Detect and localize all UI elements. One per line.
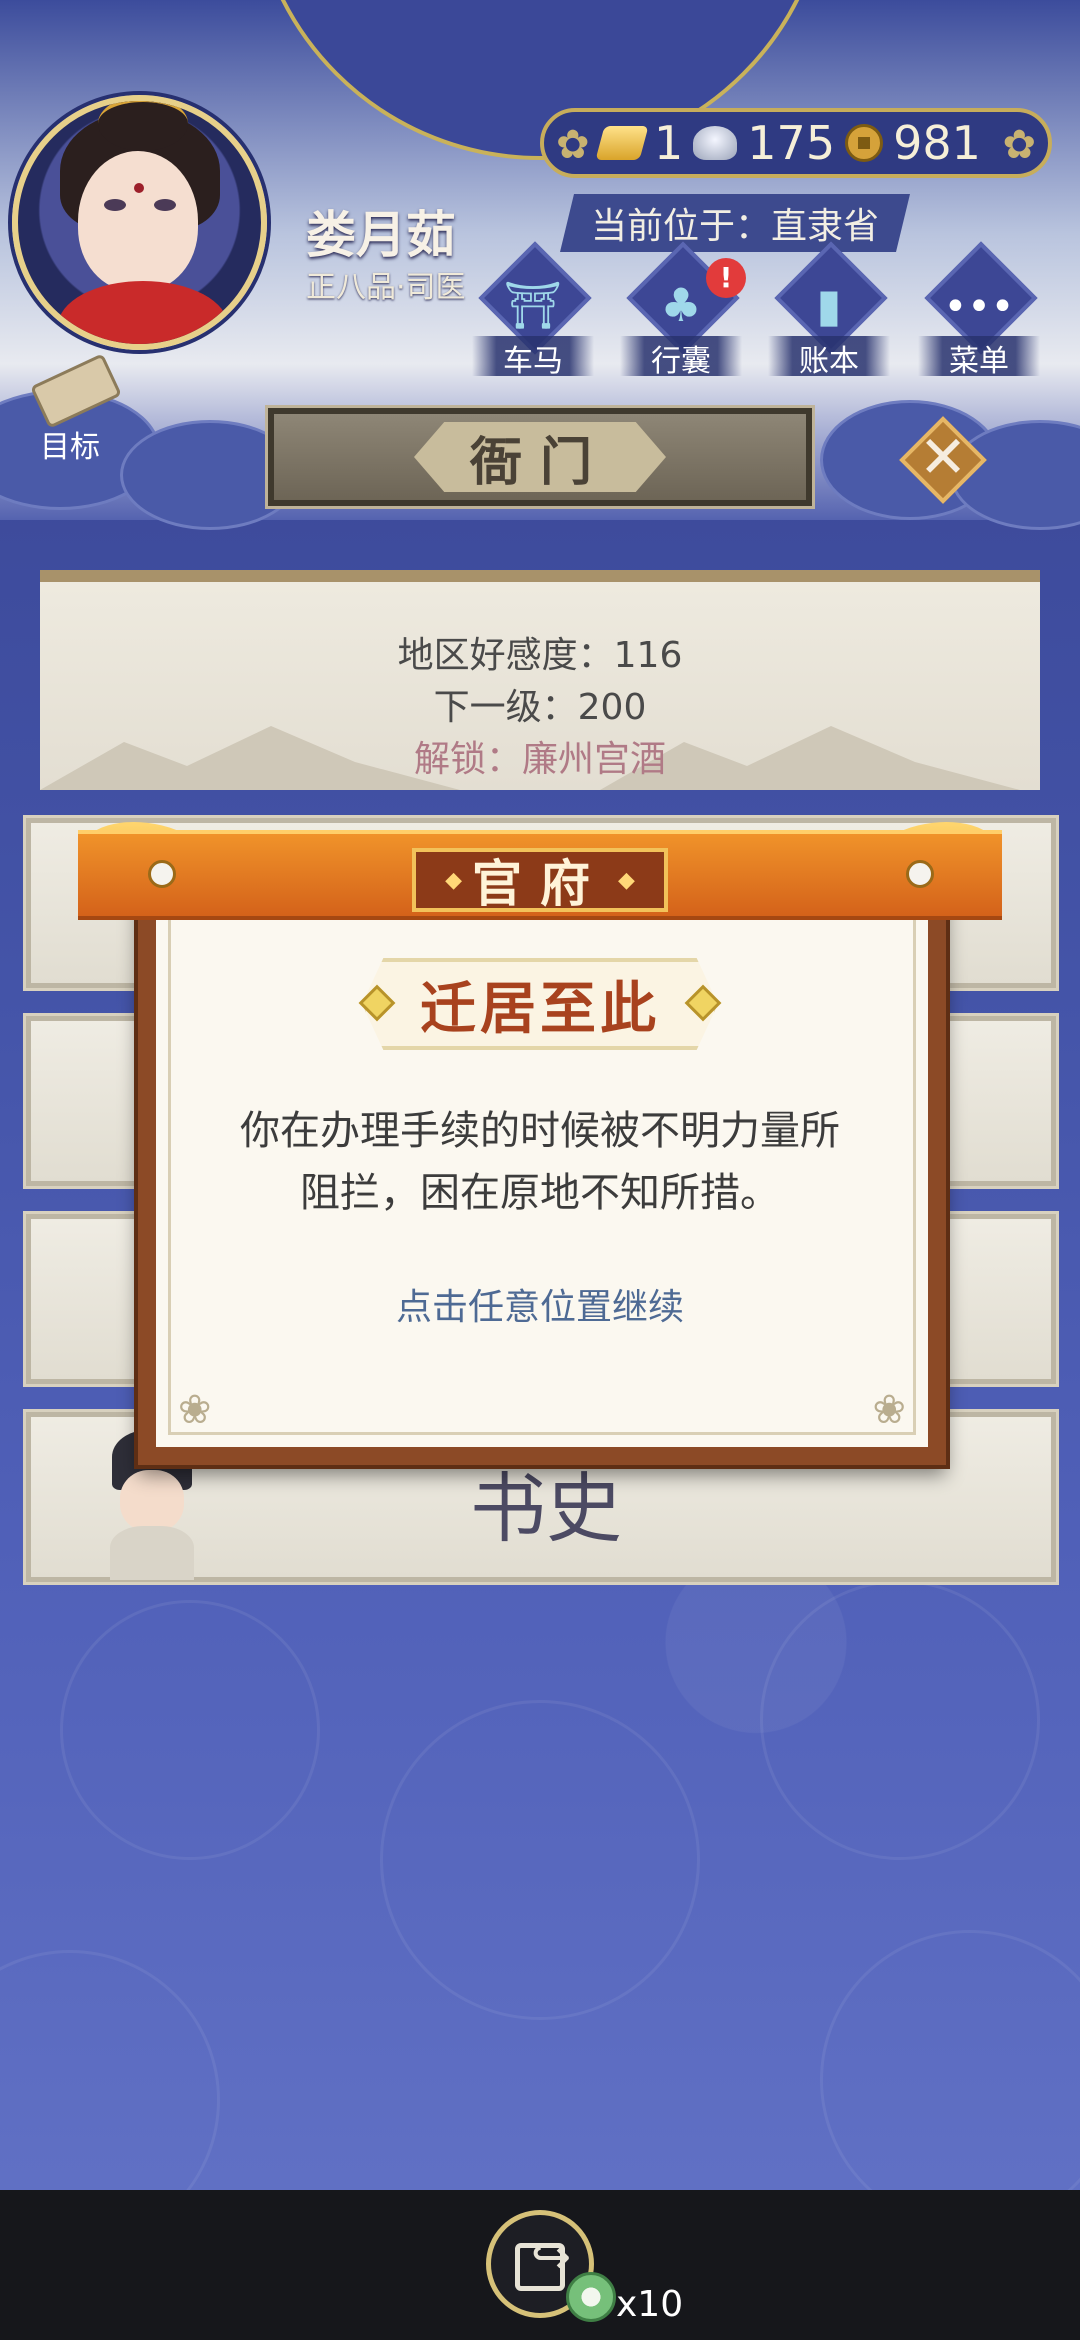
dialog-body-line: 阻拦，困在原地不知所措。: [300, 1170, 780, 1216]
wing-hole-right: [906, 860, 934, 888]
dialog-body: 你在办理手续的时候被不明力量所 阻拦，困在原地不知所措。: [190, 1100, 890, 1224]
dialog-body-line: 你在办理手续的时候被不明力量所: [240, 1108, 840, 1154]
share-icon: ↪: [531, 2229, 572, 2285]
dialog-title: 迁居至此: [362, 958, 718, 1050]
jade-reward-icon: [566, 2272, 616, 2322]
diamond-left-icon: ◆: [445, 867, 462, 893]
corner-ornament-icon: ❀: [872, 1387, 906, 1433]
continue-hint[interactable]: 点击任意位置继续: [190, 1278, 890, 1330]
share-reward-count: x10: [616, 2284, 684, 2325]
wing-hole-left: [148, 860, 176, 888]
corner-ornament-icon: ❀: [178, 1387, 212, 1433]
diamond-right-icon: ◆: [618, 867, 635, 893]
dialog-header-title: ◆ 官府 ◆: [412, 848, 668, 913]
